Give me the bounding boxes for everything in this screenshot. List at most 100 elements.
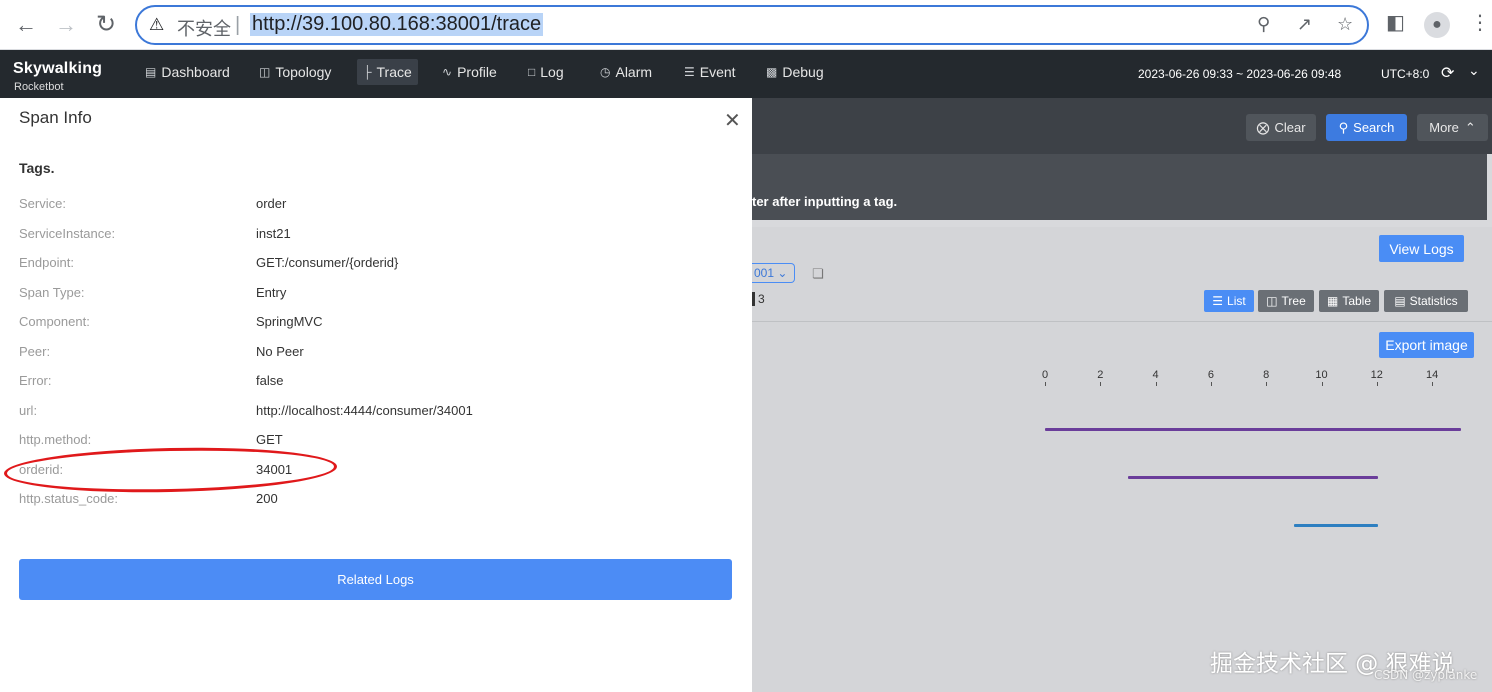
tag-value: 200	[256, 491, 278, 506]
tag-row: Error: false	[19, 373, 719, 393]
forward-arrow-icon[interactable]: →	[51, 10, 81, 40]
tag-value: false	[256, 373, 284, 388]
topology-icon: ◫	[259, 65, 271, 79]
url-text[interactable]: http://39.100.80.168:38001/trace	[250, 13, 544, 36]
axis-tick-label: 8	[1263, 369, 1270, 381]
tag-key: http.method:	[19, 432, 92, 447]
table-icon: ▦	[1326, 294, 1339, 308]
log-icon: □	[528, 65, 536, 79]
nav-trace[interactable]: ├ Trace	[357, 59, 418, 85]
axis-tick-mark	[1100, 382, 1102, 386]
alarm-icon: ◷	[600, 65, 611, 79]
highlight-circle	[3, 444, 338, 496]
span-info-drawer: Span Info ✕ Tags. Service: order ServiceIn…	[0, 98, 752, 692]
profile-icon[interactable]: ●	[1424, 12, 1450, 38]
tag-row: url: http://localhost:4444/consumer/34001	[19, 403, 719, 423]
nav-debug[interactable]: ▩ Debug	[766, 64, 824, 80]
view-tree-label: Tree	[1281, 294, 1306, 308]
nav-trace-label: Trace	[376, 64, 412, 80]
logo-subtitle: Rocketbot	[14, 81, 64, 93]
logo: Skywalking	[13, 60, 103, 77]
address-bar[interactable]: ⚠ 不安全 | http://39.100.80.168:38001/trace…	[135, 5, 1369, 45]
view-table-button[interactable]: ▦ Table	[1319, 290, 1379, 312]
clear-label: Clear	[1274, 120, 1306, 135]
nav-alarm-label: Alarm	[615, 64, 653, 80]
view-logs-button[interactable]: View Logs	[1379, 235, 1464, 262]
tag-row: Span Type: Entry	[19, 285, 719, 305]
axis-tick-label: 14	[1425, 369, 1439, 381]
zoom-icon[interactable]: ⚲	[1257, 14, 1270, 35]
star-icon[interactable]: ☆	[1337, 14, 1353, 35]
nav-profile[interactable]: ∿ Profile	[442, 64, 497, 80]
span-bar-2[interactable]	[1128, 476, 1378, 479]
view-statistics-label: Statistics	[1409, 294, 1458, 308]
nav-alarm[interactable]: ◷ Alarm	[600, 64, 652, 80]
event-icon: ☰	[684, 65, 695, 79]
trace-icon: ├	[363, 65, 372, 79]
back-arrow-icon[interactable]: ←	[11, 10, 41, 40]
nav-dashboard-label: Dashboard	[161, 64, 230, 80]
search-button[interactable]: ⚲ Search	[1326, 114, 1407, 141]
tag-tip-panel	[752, 154, 1487, 220]
chevron-up-icon: ⌃	[1464, 119, 1476, 135]
kebab-menu-icon[interactable]: ⋮	[1470, 10, 1490, 35]
tag-value: Entry	[256, 284, 287, 300]
axis-tick-mark	[1045, 382, 1046, 386]
axis-tick-mark	[1266, 382, 1268, 386]
nav-topology-label: Topology	[275, 64, 332, 80]
nav-dashboard[interactable]: ▤ Dashboard	[145, 64, 230, 80]
chevron-down-icon[interactable]: ⌄	[1468, 62, 1480, 79]
list-icon: ☰	[1212, 294, 1224, 308]
tree-icon: ◫	[1266, 294, 1278, 308]
tag-row: ServiceInstance: inst21	[19, 226, 719, 246]
axis-tick-label: 6	[1207, 369, 1214, 381]
reload-icon[interactable]: ↻	[91, 10, 121, 40]
drawer-title: Span Info	[19, 108, 92, 127]
trace-id-select[interactable]: 001 ⌄	[752, 263, 795, 283]
app-navbar: Skywalking Rocketbot ▤ Dashboard ◫ Topol…	[0, 50, 1492, 98]
span-bar-1[interactable]	[1045, 428, 1461, 431]
insecure-label[interactable]: 不安全	[177, 15, 231, 41]
span-count: 3	[758, 292, 765, 306]
more-button[interactable]: More ⌃	[1417, 114, 1488, 141]
tag-row: Component: SpringMVC	[19, 314, 719, 334]
related-logs-button[interactable]: Related Logs	[19, 559, 732, 600]
view-list-button[interactable]: ☰ List	[1204, 290, 1254, 312]
timezone[interactable]: UTC+8:0	[1381, 67, 1429, 81]
tag-value: SpringMVC	[256, 314, 323, 329]
address-separator: |	[235, 14, 241, 36]
tag-value: GET	[256, 432, 283, 447]
nav-log[interactable]: □ Log	[528, 64, 564, 80]
view-tree-button[interactable]: ◫ Tree	[1258, 290, 1314, 312]
time-range[interactable]: 2023-06-26 09:33 ~ 2023-06-26 09:48	[1138, 67, 1341, 81]
clear-button[interactable]: ⨂ Clear	[1246, 114, 1316, 141]
tag-key: Span Type:	[19, 284, 85, 300]
tag-value: http://localhost:4444/consumer/34001	[256, 402, 473, 418]
tag-value: GET:/consumer/{orderid}	[256, 255, 399, 270]
auto-refresh-icon[interactable]: ⟳	[1441, 63, 1454, 83]
nav-event-label: Event	[699, 64, 736, 80]
tags-heading: Tags.	[19, 160, 55, 176]
view-statistics-button[interactable]: ▤ Statistics	[1384, 290, 1468, 312]
axis-tick-label: 10	[1315, 369, 1328, 381]
nav-event[interactable]: ☰ Event	[684, 64, 736, 80]
clear-icon: ⨂	[1256, 119, 1270, 135]
warning-icon[interactable]: ⚠	[149, 15, 164, 35]
span-count-marker	[752, 292, 755, 306]
copy-icon[interactable]: ❏	[812, 266, 824, 282]
export-image-button[interactable]: Export image	[1379, 332, 1474, 358]
sidepanel-icon[interactable]: ◧	[1386, 10, 1405, 35]
span-bar-3[interactable]	[1294, 524, 1378, 527]
nav-topology[interactable]: ◫ Topology	[259, 64, 331, 80]
close-icon[interactable]: ✕	[724, 108, 741, 133]
tag-key: Error:	[19, 373, 52, 388]
axis-tick-label: 4	[1152, 369, 1159, 381]
axis-tick-mark	[1210, 382, 1212, 386]
browser-toolbar: ← → ↻ ⚠ 不安全 | http://39.100.80.168:38001…	[0, 0, 1492, 50]
share-icon[interactable]: ↗	[1297, 14, 1312, 35]
nav-debug-label: Debug	[782, 64, 824, 80]
tag-key: Component:	[19, 314, 90, 329]
axis-tick-mark	[1155, 382, 1157, 386]
view-list-label: List	[1227, 294, 1246, 308]
tag-row: Service: order	[19, 196, 719, 216]
